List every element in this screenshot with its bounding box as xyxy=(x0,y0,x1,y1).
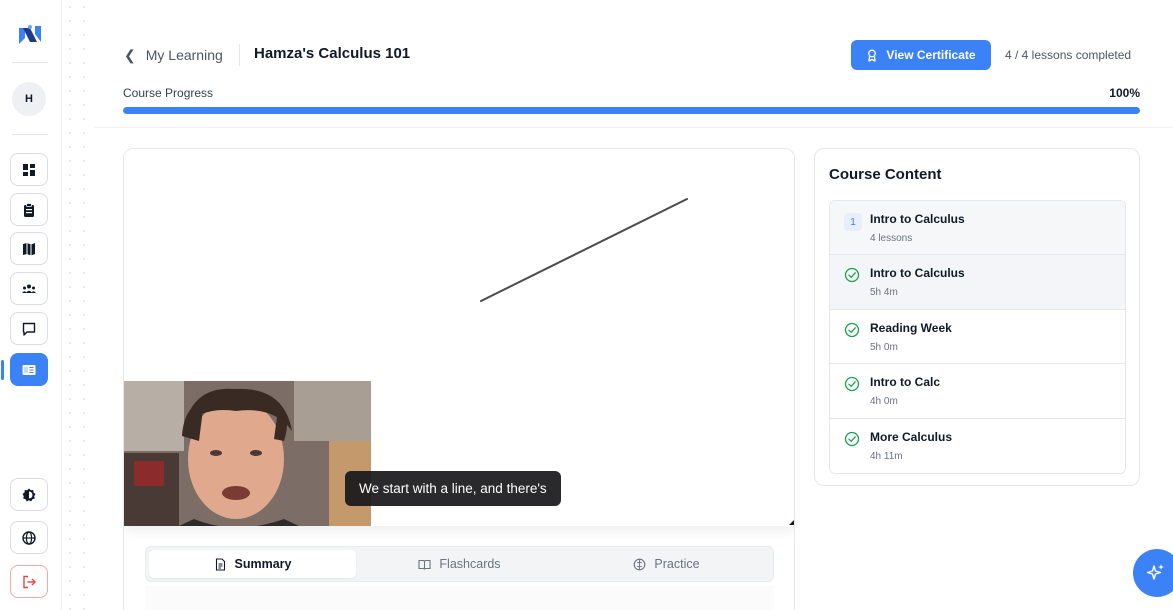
tab-summary[interactable]: Summary xyxy=(149,550,356,578)
globe-icon xyxy=(22,530,36,545)
header-divider xyxy=(239,44,240,66)
back-to-my-learning-link[interactable]: ❮ My Learning xyxy=(124,45,223,65)
list-item[interactable]: Reading Week 5h 0m xyxy=(830,309,1125,364)
check-circle-icon xyxy=(844,267,860,283)
sidebar-item-dashboard[interactable] xyxy=(10,153,48,186)
sidebar-item-map[interactable] xyxy=(10,232,48,265)
module-header[interactable]: 1 Intro to Calculus 4 lessons xyxy=(830,201,1125,255)
ai-assistant-button[interactable] xyxy=(1133,549,1173,597)
lessons-completed-count: 4 / 4 lessons completed xyxy=(1005,48,1132,62)
course-progress-bar xyxy=(123,107,1140,114)
logout-button[interactable] xyxy=(10,565,48,598)
lesson-title: More Calculus xyxy=(870,429,953,444)
clipboard-icon xyxy=(24,202,34,217)
video-caption: We start with a line, and there's xyxy=(345,471,561,506)
view-certificate-label: View Certificate xyxy=(886,48,976,62)
users-icon xyxy=(22,284,36,293)
course-content-panel: Course Content 1 Intro to Calculus 4 les… xyxy=(814,148,1140,486)
course-progress-fill xyxy=(123,107,1140,114)
lesson-title: Intro to Calculus xyxy=(870,266,965,280)
presenter-video-image xyxy=(124,381,371,526)
tab-summary-label: Summary xyxy=(234,557,292,571)
check-circle-icon xyxy=(844,376,860,392)
view-certificate-button[interactable]: View Certificate xyxy=(851,40,991,70)
back-link-label: My Learning xyxy=(145,47,223,63)
module-title: Intro to Calculus xyxy=(870,212,965,226)
app-root: H ❮ My Learning Hamza's Calculus 101 Vie… xyxy=(0,0,1173,610)
course-content-title: Course Content xyxy=(829,166,942,183)
check-circle-icon xyxy=(844,431,860,446)
course-progress-percent: 100% xyxy=(1109,86,1140,100)
award-icon xyxy=(868,49,877,62)
sidebar-divider xyxy=(12,134,48,135)
sidebar-item-language[interactable] xyxy=(10,521,48,554)
book-icon xyxy=(418,559,431,570)
list-item[interactable]: Intro to Calculus 5h 4m xyxy=(830,255,1125,310)
contrast-icon xyxy=(22,488,36,501)
logout-icon xyxy=(23,575,36,588)
map-icon xyxy=(23,242,35,255)
lesson-tabs: Summary Flashcards Practice xyxy=(145,546,774,582)
tab-practice[interactable]: Practice xyxy=(563,550,770,578)
lesson-duration: 4h 11m xyxy=(870,450,903,462)
tab-flashcards-label: Flashcards xyxy=(439,557,501,571)
resize-handle-icon[interactable] xyxy=(789,520,794,525)
sidebar-item-messages[interactable] xyxy=(10,312,48,345)
grid-icon xyxy=(23,163,35,176)
tab-practice-label: Practice xyxy=(654,557,700,571)
book-open-icon xyxy=(22,364,36,375)
list-item[interactable]: Intro to Calc 4h 0m xyxy=(830,364,1125,419)
course-content-list: 1 Intro to Calculus 4 lessons Intro to C… xyxy=(829,200,1126,474)
module-number-badge: 1 xyxy=(844,213,862,231)
tab-flashcards[interactable]: Flashcards xyxy=(356,550,563,578)
sidebar-item-assignments[interactable] xyxy=(10,193,48,226)
chat-icon xyxy=(22,322,36,336)
header-divider-line xyxy=(95,127,1173,128)
check-circle-icon xyxy=(844,322,860,337)
summary-panel xyxy=(145,586,774,610)
sidebar-divider xyxy=(12,62,48,63)
video-player[interactable]: We start with a line, and there's xyxy=(124,149,794,526)
lesson-title: Intro to Calc xyxy=(870,375,941,389)
document-icon xyxy=(215,557,225,571)
module-lesson-count: 4 lessons xyxy=(870,233,913,244)
sidebar-item-community[interactable] xyxy=(10,272,48,305)
chevron-left-icon: ❮ xyxy=(124,46,136,63)
avatar[interactable]: H xyxy=(12,82,46,116)
lesson-video-card: We start with a line, and there's Summar… xyxy=(123,148,795,610)
sidebar-item-courses[interactable] xyxy=(1,353,48,386)
course-progress-label: Course Progress xyxy=(123,86,214,100)
presenter-webcam xyxy=(124,381,371,526)
sidebar-item-theme[interactable] xyxy=(10,478,48,511)
brain-icon xyxy=(634,558,646,570)
list-item[interactable]: More Calculus 4h 11m xyxy=(830,418,1125,473)
lesson-duration: 5h 0m xyxy=(870,341,898,353)
lesson-title: Reading Week xyxy=(870,320,952,335)
lesson-duration: 5h 4m xyxy=(870,287,898,298)
brand-logo-icon[interactable] xyxy=(17,24,43,46)
sidebar: H xyxy=(0,0,62,610)
page-title: Hamza's Calculus 101 xyxy=(254,45,411,62)
lesson-duration: 4h 0m xyxy=(870,396,898,407)
sparkles-icon xyxy=(1146,564,1164,580)
